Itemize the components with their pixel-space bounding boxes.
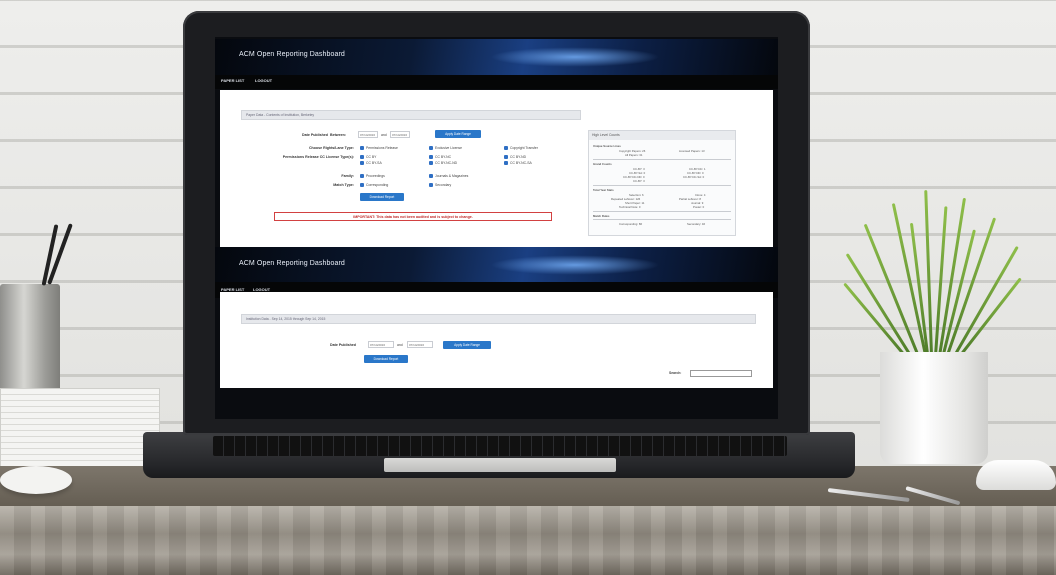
search-input[interactable] (690, 370, 752, 377)
license-option: CC BY-ND (510, 155, 527, 159)
warning-banner: IMPORTANT: This data has not been audite… (274, 212, 552, 221)
and-label: and (381, 133, 387, 137)
license-option: CC BY-SA (366, 161, 382, 165)
checkbox[interactable] (360, 155, 364, 159)
match-type-label: Match Type: (333, 183, 354, 187)
apply-date-range-button[interactable]: Apply Date Range (435, 130, 481, 138)
side-stat: Licensed Papers: 13 (679, 149, 705, 153)
banner-title: ACM Open Reporting Dashboard (239, 260, 345, 267)
table-front (0, 506, 1056, 575)
checkbox[interactable] (360, 174, 364, 178)
dashboard-banner: ACM Open Reporting Dashboard (215, 247, 778, 282)
checkbox[interactable] (429, 174, 433, 178)
checkbox[interactable] (360, 183, 364, 187)
checkbox[interactable] (429, 183, 433, 187)
rights-option-copyright: Copyright Transfer (510, 146, 538, 150)
side-stat: CC-BY: 3 (633, 179, 645, 183)
checkbox[interactable] (504, 155, 508, 159)
license-type-label: Permissions Release CC License Type(s): (282, 155, 354, 159)
nav-logout-link[interactable]: LOGOUT (255, 78, 272, 83)
match-option-corresponding: Corresponding (366, 183, 389, 187)
laptop-keyboard (213, 436, 787, 456)
nav-paper-list-link[interactable]: PAPER LIST (221, 78, 244, 83)
report-panel: Paper Data - Contents of Institution, Be… (220, 90, 773, 247)
checkbox[interactable] (504, 161, 508, 165)
section-title: Institution Data - Sep 14, 2015 through … (241, 314, 756, 324)
license-option: CC BY-NC-ND (435, 161, 458, 165)
divider (593, 211, 731, 212)
download-report-button[interactable]: Download Report (364, 355, 408, 363)
high-level-counts-panel: High Level Counts Unique Source Lines Co… (588, 130, 736, 236)
download-report-button[interactable]: Download Report (360, 193, 404, 201)
date-published-label: Date Published (330, 343, 356, 347)
checkbox[interactable] (429, 155, 433, 159)
match-option-secondary: Secondary (435, 183, 452, 187)
date-from-input[interactable]: 07/14/2016 (358, 131, 378, 138)
side-section-label: Match Rules (593, 214, 610, 218)
side-stat: Technical Note: 0 (619, 205, 641, 209)
license-option: CC BY-NC (435, 155, 452, 159)
side-stat: Poster: 0 (693, 205, 705, 209)
side-stat: CC-BY-NC-SA: 0 (683, 175, 705, 179)
rights-type-label: Choose Rights/Lane Type: (308, 146, 354, 150)
dashboard-banner: ACM Open Reporting Dashboard (215, 39, 778, 75)
section-title: Paper Data - Contents of Institution, Be… (241, 110, 581, 120)
pen-holder-cup (0, 284, 60, 392)
nav-bar: PAPER LIST LOGOUT (215, 75, 778, 89)
family-option-proceedings: Proceedings (366, 174, 385, 178)
side-section-label: Total Year Stats (593, 188, 614, 192)
family-option-journals: Journals & Magazines (435, 174, 469, 178)
report-panel: Institution Data - Sep 14, 2015 through … (220, 292, 773, 388)
date-published-label: Date Published (302, 133, 328, 137)
rights-option-exclusive: Exclusive License (435, 146, 462, 150)
and-label: and (397, 343, 403, 347)
family-label: Family: (341, 174, 354, 178)
book-stack (0, 388, 160, 470)
side-section-label: Unique Source Lines (593, 144, 621, 148)
divider (593, 185, 731, 186)
saucer (0, 466, 72, 494)
between-label: Between: (330, 133, 346, 137)
date-to-input[interactable]: 07/14/2016 (390, 131, 410, 138)
checkbox[interactable] (429, 161, 433, 165)
side-panel-title: High Level Counts (589, 131, 735, 140)
laptop-screen: ACM Open Reporting Dashboard PAPER LIST … (215, 37, 778, 419)
side-stat: Secondary: 46 (687, 222, 706, 226)
banner-title: ACM Open Reporting Dashboard (239, 51, 345, 58)
checkbox[interactable] (360, 146, 364, 150)
checkbox[interactable] (504, 146, 508, 150)
side-section-label: Grand Counts (593, 162, 612, 166)
search-label: Search: (669, 371, 682, 375)
license-option: CC BY (366, 155, 377, 159)
divider (593, 219, 731, 220)
date-to-input[interactable]: 07/14/2016 (407, 341, 433, 348)
side-stat: Corresponding: 86 (619, 222, 643, 226)
laptop-trackpad (384, 458, 616, 472)
side-stat: All Papers: 31 (625, 153, 643, 157)
date-from-input[interactable]: 07/14/2016 (368, 341, 394, 348)
license-option: CC BY-NC-SA (510, 161, 532, 165)
rights-option-permissions: Permissions Release (366, 146, 398, 150)
checkbox[interactable] (429, 146, 433, 150)
divider (593, 159, 731, 160)
computer-mouse (976, 460, 1056, 490)
apply-date-range-button[interactable]: Apply Date Range (443, 341, 491, 349)
checkbox[interactable] (360, 161, 364, 165)
plant-pot (880, 352, 988, 464)
